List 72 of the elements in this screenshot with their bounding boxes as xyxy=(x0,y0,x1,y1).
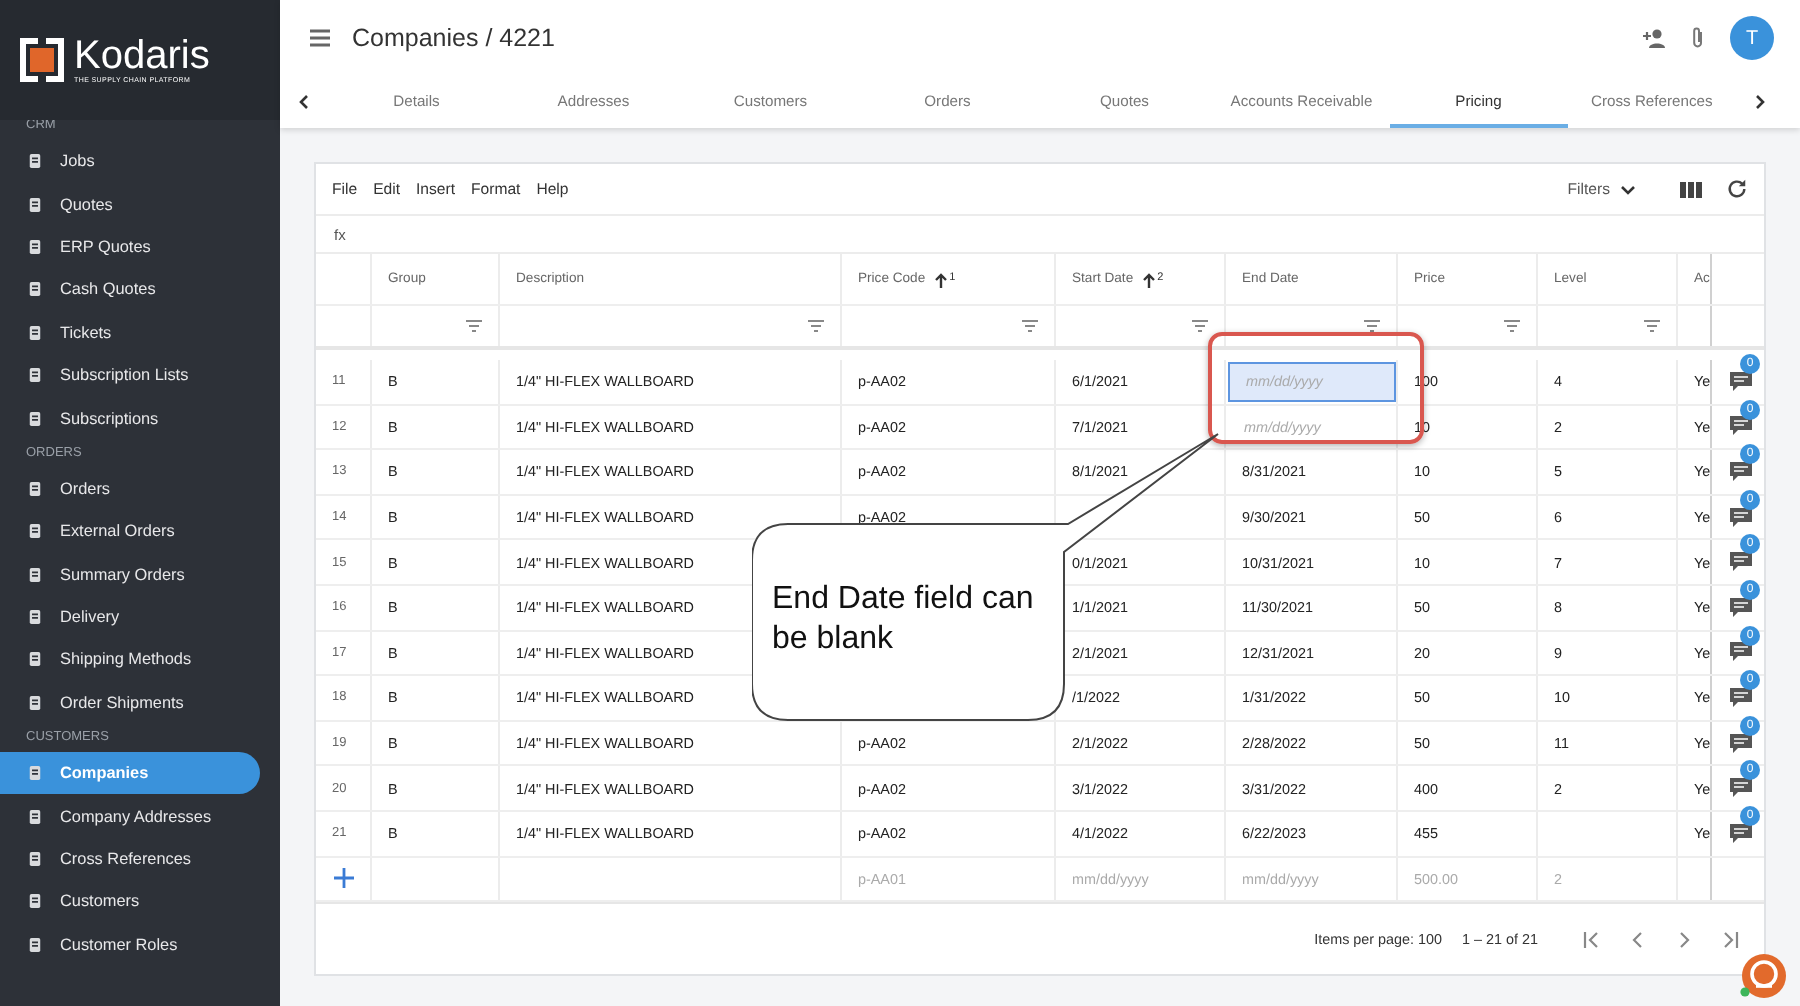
document-icon xyxy=(28,282,42,297)
document-icon xyxy=(28,809,42,824)
chevron-down-icon[interactable] xyxy=(1620,181,1636,197)
arrow-up-icon[interactable] xyxy=(1141,271,1156,287)
chevron-right-icon[interactable] xyxy=(1751,94,1767,110)
document-icon xyxy=(28,154,42,169)
sidebar-item[interactable]: Customers xyxy=(0,880,260,924)
callout-text: End Date field can be blank xyxy=(772,580,1036,660)
chevron-left-icon[interactable] xyxy=(296,94,312,110)
document-icon xyxy=(28,766,42,781)
document-icon xyxy=(28,197,42,212)
sidebar-item[interactable]: Tickets xyxy=(0,311,260,354)
comment-icon[interactable] xyxy=(1729,461,1751,482)
document-icon xyxy=(28,524,42,539)
filter-icon[interactable] xyxy=(1192,320,1208,332)
sidebar-item[interactable]: Cash Quotes xyxy=(0,268,260,312)
comment-icon[interactable] xyxy=(1729,823,1751,844)
sidebar-item[interactable]: Shipping Methods xyxy=(0,638,260,682)
document-icon xyxy=(28,894,42,909)
sidebar-item[interactable]: Cross References xyxy=(0,837,260,881)
document-icon xyxy=(28,937,42,952)
comment-icon[interactable] xyxy=(1729,687,1751,708)
columns-icon[interactable] xyxy=(1680,179,1702,199)
add-icon[interactable] xyxy=(333,868,353,889)
filter-icon[interactable] xyxy=(1364,320,1380,332)
comment-icon[interactable] xyxy=(1729,642,1751,663)
sidebar-item[interactable]: ERP Quotes xyxy=(0,225,260,269)
comment-icon[interactable] xyxy=(1729,416,1751,437)
menu-icon[interactable] xyxy=(308,26,332,50)
arrow-up-icon[interactable] xyxy=(933,271,948,287)
filter-icon[interactable] xyxy=(1504,320,1520,332)
sidebar-item[interactable]: Company Addresses xyxy=(0,794,260,838)
sidebar-item[interactable]: Delivery xyxy=(0,595,260,639)
document-icon xyxy=(28,695,42,710)
filter-icon[interactable] xyxy=(1022,320,1038,332)
filter-icon[interactable] xyxy=(808,320,824,332)
first-page-icon[interactable] xyxy=(1582,929,1602,950)
document-icon xyxy=(28,368,42,383)
add-person-icon[interactable] xyxy=(1642,26,1666,50)
document-icon xyxy=(28,481,42,496)
logo-text: Kodaris xyxy=(74,36,210,76)
document-icon xyxy=(28,411,42,426)
document-icon xyxy=(28,325,42,340)
document-icon xyxy=(28,652,42,667)
page-title: Companies / 4221 xyxy=(352,24,557,52)
comment-icon[interactable] xyxy=(1729,597,1751,618)
document-icon xyxy=(28,239,42,254)
comment-icon[interactable] xyxy=(1729,778,1751,799)
sidebar-item[interactable]: Orders xyxy=(0,467,260,511)
sidebar-item[interactable]: External Orders xyxy=(0,510,260,554)
comment-icon[interactable] xyxy=(1729,371,1751,392)
logo-icon xyxy=(20,38,64,82)
filter-icon[interactable] xyxy=(466,320,482,332)
sidebar-item[interactable]: Order Shipments xyxy=(0,681,260,725)
sidebar-item[interactable]: Customer Roles xyxy=(0,923,260,967)
last-page-icon[interactable] xyxy=(1720,929,1740,950)
comment-icon[interactable] xyxy=(1729,733,1751,754)
refresh-icon[interactable] xyxy=(1726,178,1748,200)
filter-icon[interactable] xyxy=(1644,320,1660,332)
chat-icon[interactable] xyxy=(1740,952,1788,1000)
sidebar-item[interactable]: Summary Orders xyxy=(0,553,260,596)
sort-order: 1 xyxy=(949,271,956,283)
sidebar-item[interactable]: Quotes xyxy=(0,182,260,226)
sort-order: 2 xyxy=(1157,271,1164,283)
sidebar-item[interactable]: Subscriptions xyxy=(0,396,260,440)
comment-icon[interactable] xyxy=(1729,507,1751,528)
document-icon xyxy=(28,567,42,582)
sidebar-item[interactable]: Jobs xyxy=(0,140,260,183)
document-icon xyxy=(28,610,42,625)
sidebar-item[interactable]: Subscription Lists xyxy=(0,353,260,397)
document-icon xyxy=(28,852,42,867)
comment-icon[interactable] xyxy=(1729,552,1751,573)
